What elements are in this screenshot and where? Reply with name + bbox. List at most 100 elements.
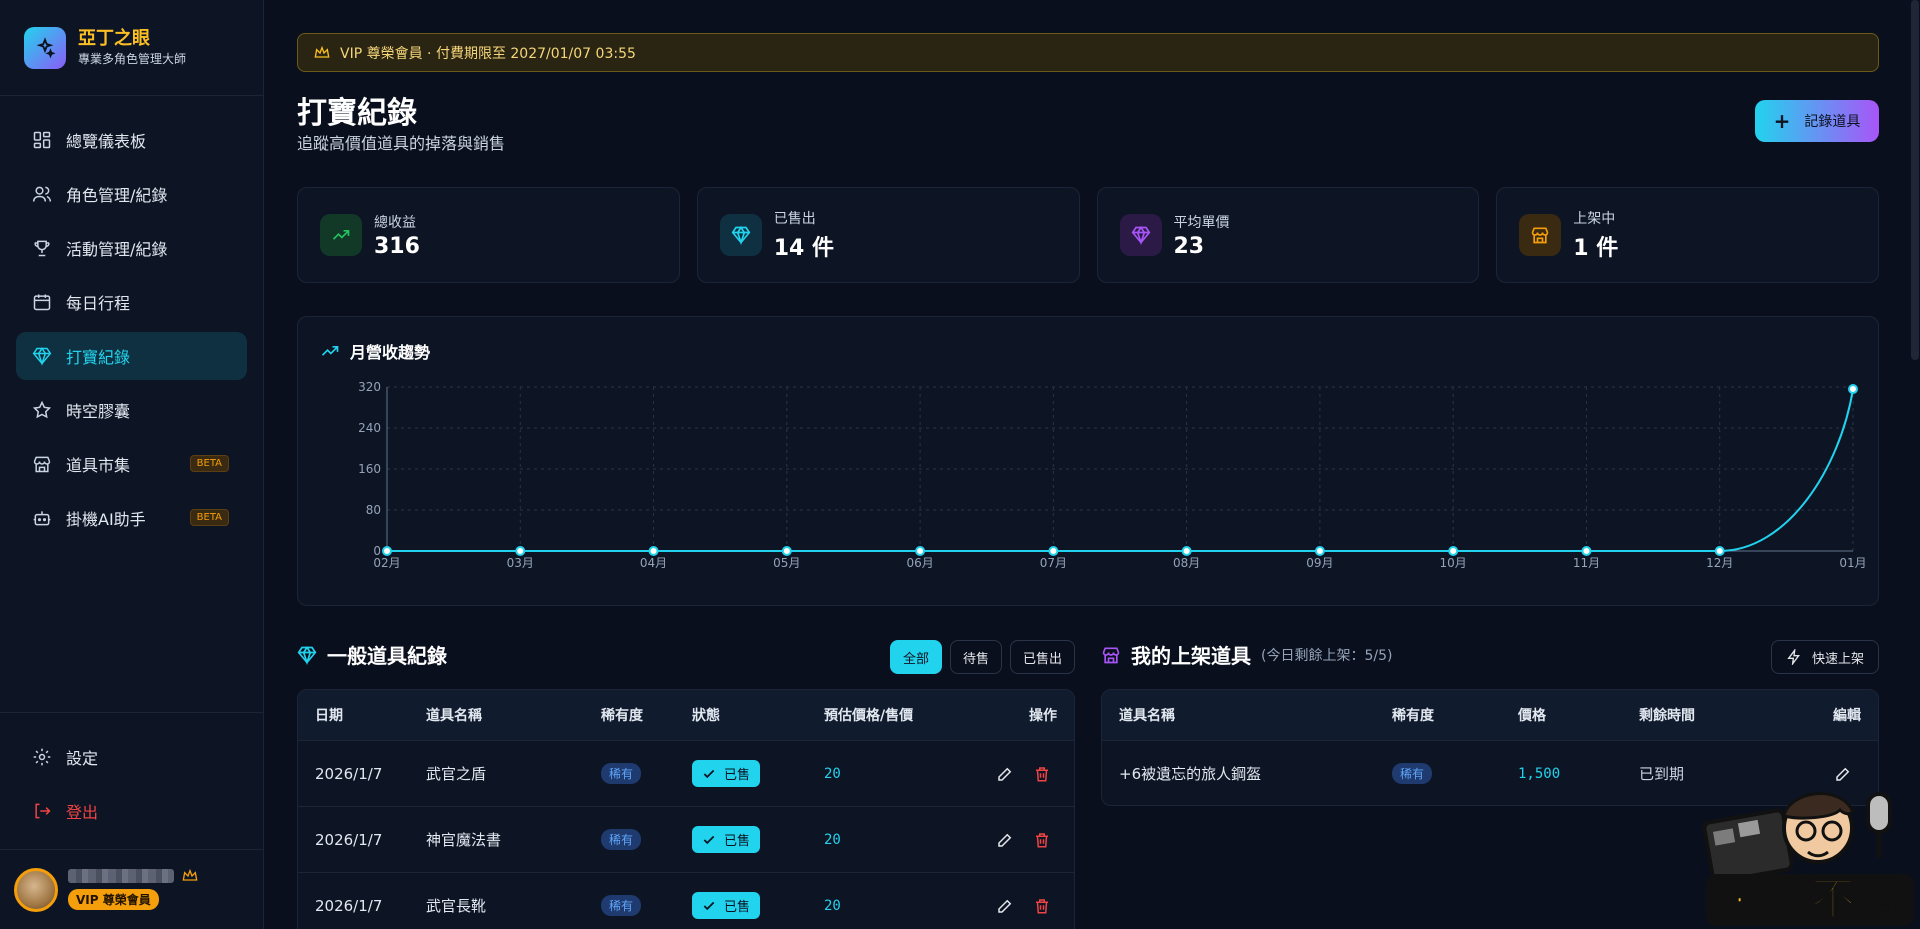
delete-icon[interactable] (1033, 831, 1051, 849)
column-header: 狀態 (692, 708, 720, 724)
stat-label: 總收益 (374, 214, 416, 231)
page-subtitle: 追蹤高價值道具的掉落與銷售 (297, 134, 506, 153)
stat-label: 平均單價 (1173, 214, 1230, 231)
store-icon (33, 456, 51, 473)
user-name-blurred (68, 869, 174, 883)
y-tick-label: 160 (358, 462, 381, 476)
chart-title-text: 月營收趨勢 (350, 343, 431, 362)
quick-list-button[interactable]: 快速上架 (1770, 640, 1879, 674)
stat-value: 23 (1173, 233, 1205, 259)
sidebar-item-settings[interactable]: 設定 (16, 733, 248, 781)
sidebar: 亞丁之眼 專業多角色管理大師 總覽儀表板 角色管理/紀錄 活動管理/紀錄 每日行… (0, 0, 264, 929)
sidebar-item-events[interactable]: 活動管理/紀錄 (16, 224, 247, 272)
sidebar-item-ai-assistant[interactable]: 掛機AI助手 BETA (16, 494, 247, 542)
sidebar-item-capsule[interactable]: 時空膠囊 (16, 386, 247, 434)
revenue-chart-card: 0 80 160 240 320 02月 03月 04月 05月 06月 07月 08月 09月 10月 1… (297, 316, 1879, 606)
record-item-button[interactable]: + 記錄道具 (1755, 100, 1879, 142)
column-header: 編輯 (1833, 708, 1861, 724)
sidebar-item-market[interactable]: 道具市集 BETA (16, 440, 247, 488)
x-tick-label: 10月 (1440, 556, 1467, 570)
sidebar-item-label: 設定 (66, 749, 99, 768)
diamond-icon (297, 645, 317, 665)
diamond-icon (32, 347, 52, 366)
data-point (382, 546, 392, 556)
y-tick-label: 80 (366, 503, 381, 517)
main-content: VIP 尊榮會員 · 付費期限至 2027/01/07 03:55 打寶紀錄 追… (297, 0, 1919, 929)
sidebar-item-label: 道具市集 (66, 456, 131, 475)
x-tick-label: 11月 (1573, 556, 1600, 570)
logout-button[interactable]: 登出 (16, 787, 248, 835)
beta-badge: BETA (189, 455, 229, 472)
column-header: 道具名稱 (426, 708, 482, 724)
sidebar-item-label: 每日行程 (66, 294, 131, 313)
x-tick-label: 03月 (507, 556, 534, 570)
x-tick-label: 07月 (1040, 556, 1067, 570)
section-title: 一般道具紀錄 (327, 644, 447, 668)
column-header: 稀有度 (1392, 708, 1434, 724)
avatar (14, 867, 58, 912)
delete-icon[interactable] (1033, 765, 1051, 783)
edit-icon[interactable] (996, 831, 1014, 849)
stat-card-average-price: 平均單價 23 (1096, 187, 1480, 283)
table-row[interactable]: 2026/1/7 神官魔法書 稀有 已售 20 (298, 806, 1074, 872)
lightning-icon (1787, 649, 1800, 665)
x-tick-label: 06月 (906, 556, 933, 570)
stat-card-listed: 上架中 1 件 (1496, 187, 1879, 283)
diamond-icon (719, 214, 762, 256)
table-header: 日期 道具名稱 稀有度 狀態 預估價格/售價 操作 (298, 690, 1074, 740)
section-title: 我的上架道具 (1131, 644, 1251, 668)
status-badge: 已售 (692, 826, 761, 853)
stat-value: 14 件 (773, 236, 835, 261)
stat-card-sold: 已售出 14 件 (696, 187, 1080, 283)
cell-remaining-time: 已到期 (1639, 765, 1685, 783)
scrollbar[interactable] (1911, 0, 1919, 360)
table-row[interactable]: 2026/1/7 武官長靴 稀有 已售 20 (298, 872, 1074, 929)
data-point (1181, 546, 1192, 556)
calendar-icon (33, 294, 51, 311)
dashboard-icon (33, 131, 51, 149)
status-filters: 全部 待售 已售出 (889, 640, 1075, 674)
bot-icon (33, 511, 51, 526)
sidebar-item-label: 時空膠囊 (66, 402, 131, 421)
sidebar-item-loot[interactable]: 打寶紀錄 (16, 332, 247, 380)
sidebar-item-label: 角色管理/紀錄 (66, 186, 168, 205)
filter-all[interactable]: 全部 (889, 640, 942, 674)
data-point (915, 546, 926, 556)
status-badge: 已售 (692, 892, 761, 919)
remaining-listings: (今日剩餘上架：5/5) (1261, 647, 1393, 664)
x-tick-label: 01月 (1839, 556, 1866, 570)
sidebar-item-dashboard[interactable]: 總覽儀表板 (16, 116, 247, 164)
sidebar-item-label: 登出 (66, 803, 99, 822)
stat-value: 1 件 (1573, 236, 1619, 261)
column-header: 日期 (315, 708, 343, 724)
general-items-header: 一般道具紀錄 全部 待售 已售出 (297, 640, 1075, 674)
vip-banner-text: VIP 尊榮會員 · 付費期限至 2027/01/07 03:55 (340, 45, 636, 62)
user-profile[interactable]: VIP 尊榮會員 (0, 849, 264, 929)
sidebar-item-label: 活動管理/紀錄 (66, 240, 168, 259)
table-row[interactable]: 2026/1/7 武官之盾 稀有 已售 20 (298, 740, 1074, 806)
plus-icon: + (1773, 109, 1791, 133)
crown-icon (182, 869, 198, 881)
column-header: 道具名稱 (1119, 708, 1175, 724)
stat-value: 316 (374, 233, 420, 259)
filter-sold[interactable]: 已售出 (1009, 640, 1075, 674)
check-icon (703, 769, 715, 778)
column-header: 預估價格/售價 (824, 708, 914, 724)
cell-price: 1,500 (1518, 765, 1561, 782)
beta-badge: BETA (189, 509, 229, 526)
edit-icon[interactable] (996, 897, 1014, 915)
delete-icon[interactable] (1033, 897, 1051, 915)
data-point (1448, 546, 1459, 556)
filter-pending[interactable]: 待售 (949, 640, 1002, 674)
sidebar-item-characters[interactable]: 角色管理/紀錄 (16, 170, 247, 218)
sidebar-item-label: 總覽儀表板 (66, 132, 147, 151)
stat-label: 已售出 (773, 211, 816, 227)
vip-banner: VIP 尊榮會員 · 付費期限至 2027/01/07 03:55 (297, 33, 1879, 72)
cell-price: 20 (824, 831, 841, 848)
cell-price: 20 (824, 765, 841, 782)
edit-icon[interactable] (996, 765, 1014, 783)
check-icon (703, 835, 715, 844)
sidebar-item-schedule[interactable]: 每日行程 (16, 278, 247, 326)
app-logo-icon (24, 26, 66, 69)
data-point (1048, 546, 1059, 556)
